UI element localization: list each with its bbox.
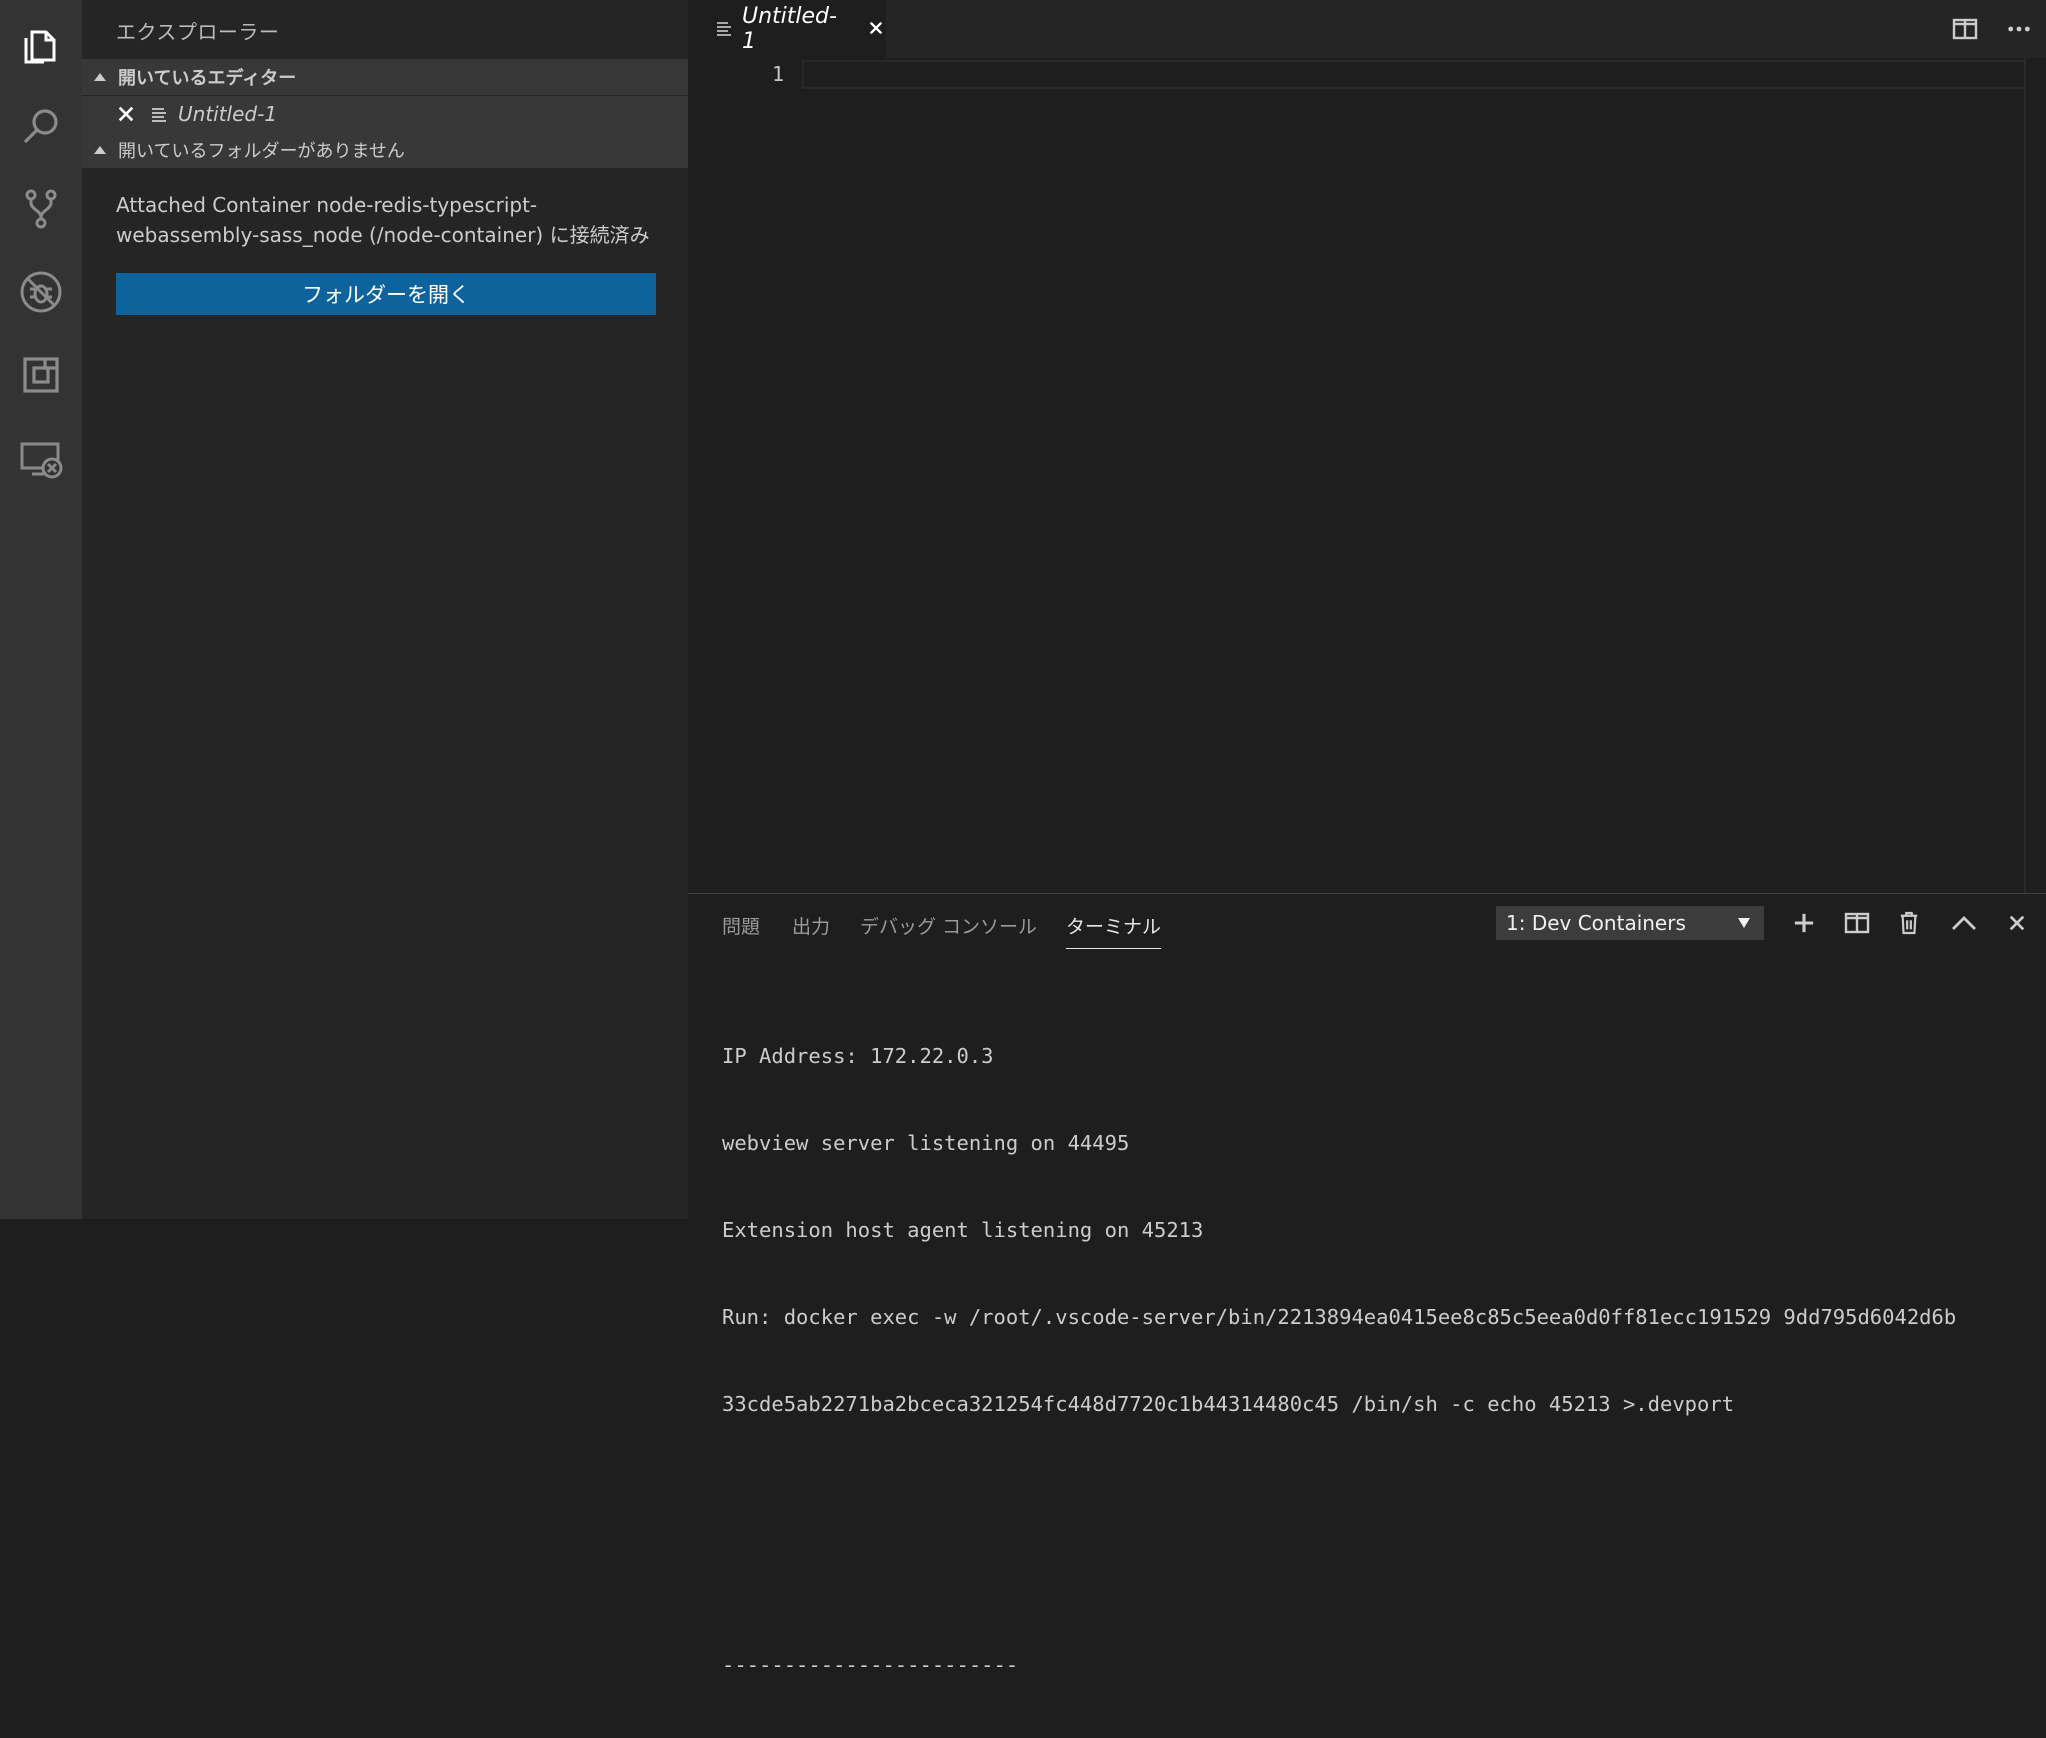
file-icon [150, 105, 168, 123]
terminal-line: Extension host agent listening on 45213 [722, 1218, 1204, 1242]
tab-problems[interactable]: 問題 [722, 912, 760, 939]
caret-icon [94, 146, 106, 154]
trash-icon[interactable] [1892, 906, 1926, 940]
tab-untitled-1[interactable]: Untitled-1 [688, 0, 886, 58]
terminal-select[interactable]: 1: Dev Containers [1496, 906, 1764, 940]
tab-debug-console[interactable]: デバッグ コンソール [860, 912, 1037, 939]
split-terminal-icon[interactable] [1840, 906, 1874, 940]
sidebar-title: エクスプローラー [116, 20, 280, 44]
dropdown-arrow-icon [1738, 918, 1750, 928]
editor-scrollbar[interactable] [2024, 58, 2026, 893]
open-editors-header[interactable]: 開いているエディター [82, 59, 688, 95]
tab-close-icon[interactable] [868, 20, 886, 38]
message-line-1: Attached Container node-redis-typescript… [116, 193, 538, 217]
tab-label: Untitled-1 [742, 4, 837, 54]
attached-container-message: Attached Container node-redis-typescript… [116, 190, 676, 250]
terminal-select-value: 1: Dev Containers [1506, 911, 1686, 935]
line-number: 1 [771, 62, 784, 86]
tab-terminal[interactable]: ターミナル [1066, 912, 1162, 949]
no-folder-label: 開いているフォルダーがありません [118, 141, 405, 162]
split-editor-icon[interactable] [1950, 14, 1980, 44]
new-terminal-icon[interactable] [1787, 906, 1821, 940]
tab-output[interactable]: 出力 [792, 912, 830, 939]
maximize-panel-icon[interactable] [1947, 906, 1981, 940]
remote-explorer-icon[interactable] [0, 418, 82, 500]
terminal-output[interactable]: IP Address: 172.22.0.3 webview server li… [722, 984, 2032, 1738]
explorer-sidebar: エクスプローラー 開いているエディター Untitled-1 開いているフォルダ… [82, 0, 688, 1219]
debug-icon[interactable] [0, 251, 82, 333]
bottom-panel: 問題 出力 デバッグ コンソール ターミナル 1: Dev Containers… [688, 893, 2046, 1677]
terminal-line: 33cde5ab2271ba2bceca321254fc448d7720c1b4… [722, 1392, 1735, 1416]
terminal-line: webview server listening on 44495 [722, 1131, 1130, 1155]
search-icon[interactable] [0, 86, 82, 168]
editor-area: Untitled-1 1 [688, 0, 2046, 893]
close-icon[interactable] [116, 104, 136, 124]
source-control-icon[interactable] [0, 168, 82, 250]
current-line-highlight[interactable] [802, 60, 2026, 89]
file-icon [716, 21, 732, 37]
tab-bar: Untitled-1 [688, 0, 2046, 58]
open-folder-button[interactable]: フォルダーを開く [116, 273, 656, 315]
files-icon[interactable] [0, 4, 82, 86]
no-folder-header[interactable]: 開いているフォルダーがありません [82, 132, 688, 168]
open-editors-label: 開いているエディター [118, 68, 297, 89]
close-panel-icon[interactable] [2000, 906, 2034, 940]
terminal-line: Run: docker exec -w /root/.vscode-server… [722, 1305, 1957, 1329]
message-line-2: webassembly-sass_node (/node-container) … [116, 223, 650, 247]
terminal-line: IP Address: 172.22.0.3 [722, 1044, 994, 1068]
caret-icon [94, 73, 106, 81]
extensions-icon[interactable] [0, 334, 82, 416]
open-editor-filename: Untitled-1 [178, 102, 278, 126]
terminal-line: ------------------------ [722, 1653, 1019, 1677]
activity-bar [0, 0, 82, 1219]
more-actions-icon[interactable] [2004, 14, 2034, 44]
open-editor-item[interactable]: Untitled-1 [82, 96, 688, 132]
